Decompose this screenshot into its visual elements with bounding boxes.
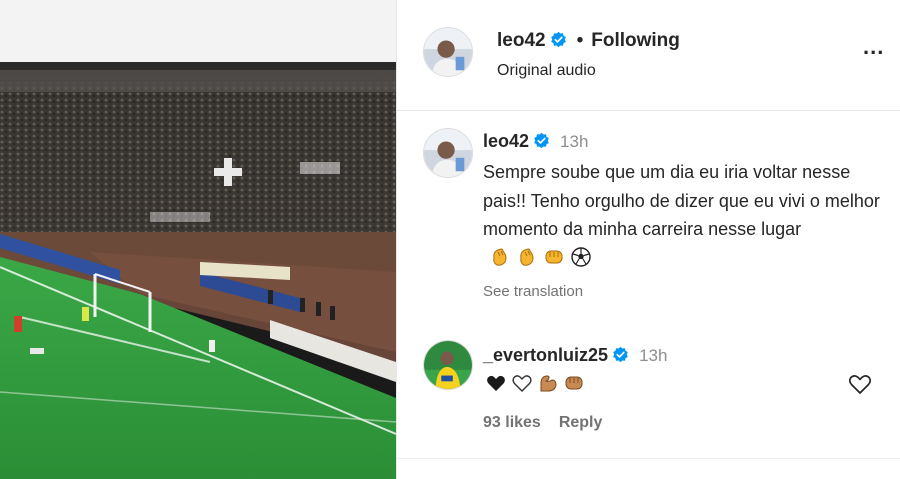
- separator-dot: •: [576, 30, 584, 51]
- caption-username[interactable]: leo42: [483, 131, 529, 151]
- fist-bump-icon: [565, 376, 583, 390]
- author-name-row: leo42 • Following: [497, 30, 680, 52]
- post-details-panel: leo42 • Following Original audio ... leo42…: [396, 0, 900, 479]
- white-heart-icon: [512, 375, 532, 392]
- likes-count[interactable]: 93 likes: [483, 414, 541, 431]
- more-options-button[interactable]: ...: [863, 36, 893, 64]
- reply-emojis: [485, 372, 585, 394]
- following-button[interactable]: Following: [591, 30, 680, 51]
- caption-text: Sempre soube que um dia eu iria voltar n…: [483, 162, 880, 239]
- caption-emojis: [489, 246, 592, 268]
- media-panel: [0, 0, 396, 479]
- caption-text-block: Sempre soube que um dia eu iria voltar n…: [483, 158, 883, 272]
- verified-badge-icon: [613, 346, 628, 363]
- header-divider: [397, 110, 900, 111]
- clapping-hands-icon: [493, 247, 507, 266]
- black-heart-icon: [487, 375, 505, 391]
- reply-name-row: _evertonluiz25 13h: [483, 345, 667, 366]
- flexed-biceps-icon: [540, 375, 557, 392]
- video-player[interactable]: [0, 62, 396, 479]
- media-topbar: [0, 0, 396, 62]
- reply-author-avatar[interactable]: [423, 340, 473, 390]
- author-username[interactable]: leo42: [497, 30, 546, 51]
- verified-badge-icon: [534, 132, 549, 149]
- stadium-video-frame: [0, 62, 396, 479]
- like-heart-icon[interactable]: [847, 372, 873, 396]
- reply-button[interactable]: Reply: [559, 414, 603, 431]
- bottom-divider: [397, 458, 900, 459]
- author-avatar[interactable]: [423, 27, 473, 77]
- fist-bump-icon: [545, 250, 563, 263]
- verified-badge-icon: [550, 31, 566, 48]
- audio-link[interactable]: Original audio: [497, 62, 596, 80]
- see-translation-link[interactable]: See translation: [483, 283, 583, 300]
- caption-author-avatar[interactable]: [423, 128, 473, 178]
- soccer-ball-icon: [571, 246, 591, 267]
- reply-meta-row: 93 likes Reply: [483, 414, 602, 432]
- reply-username[interactable]: _evertonluiz25: [483, 345, 608, 365]
- caption-timestamp[interactable]: 13h: [560, 132, 588, 151]
- clapping-hands-icon: [520, 247, 534, 266]
- reply-timestamp[interactable]: 13h: [639, 346, 667, 365]
- post-header: leo42 • Following Original audio ...: [397, 0, 900, 110]
- caption-name-row: leo42 13h: [483, 131, 588, 152]
